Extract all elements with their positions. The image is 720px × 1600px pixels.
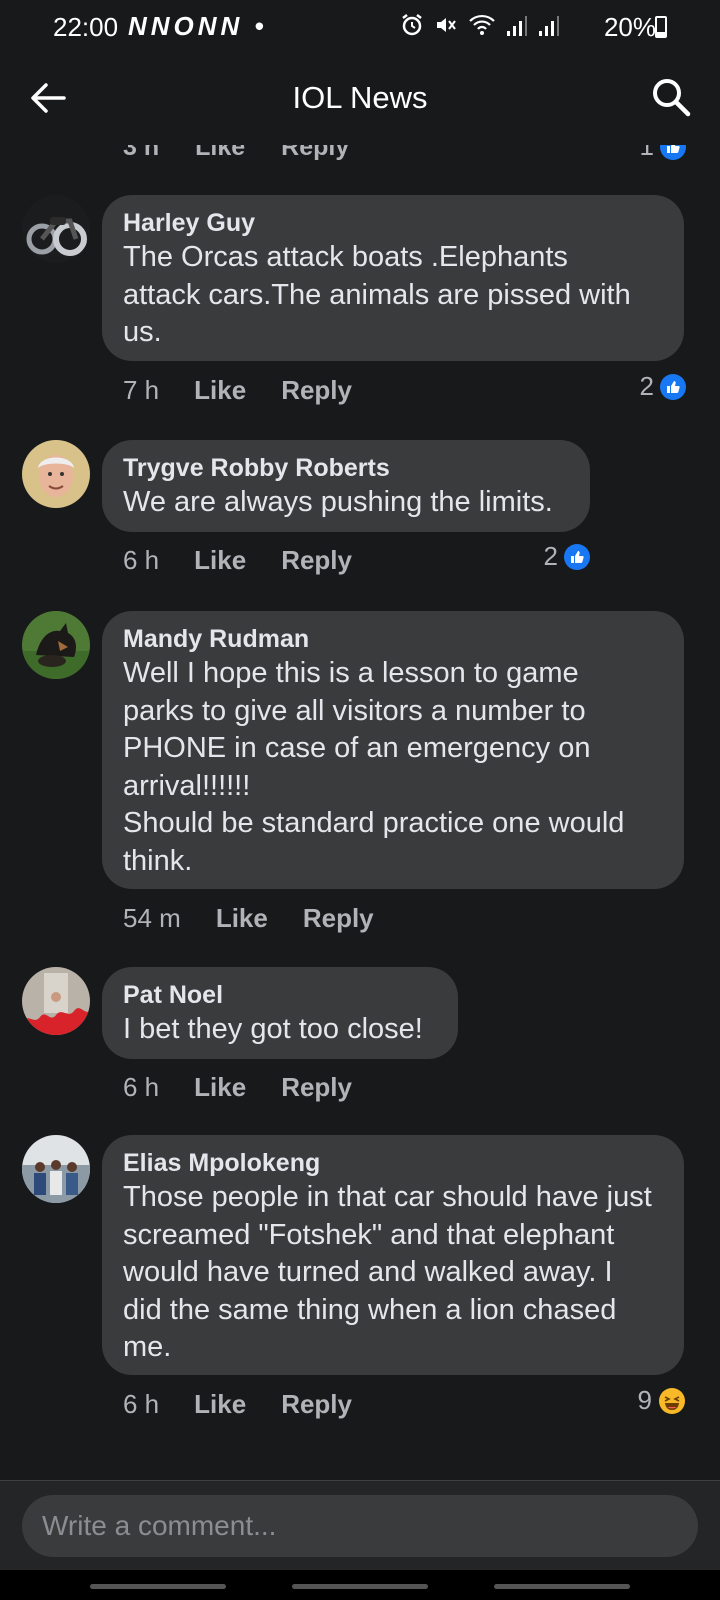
reaction-count[interactable]: 1 [640,145,686,162]
comment-author[interactable]: Elias Mpolokeng [123,1147,662,1179]
nav-back[interactable] [494,1584,630,1589]
like-icon [660,145,686,160]
avatar[interactable] [22,1135,90,1203]
signal-icon [539,16,559,36]
comment-actions: 54 m Like Reply [123,903,374,934]
comment-bubble[interactable]: Elias Mpolokeng Those people in that car… [102,1135,684,1375]
like-button[interactable]: Like [194,1072,246,1103]
comment-text: I bet they got too close! [123,1013,423,1045]
comment-time: 6 h [123,1072,160,1102]
reply-button[interactable]: Reply [303,903,374,934]
notification-icons: NNONN • [128,11,268,41]
comment-author[interactable]: Pat Noel [123,979,436,1011]
comment-text: We are always pushing the limits. [123,486,553,518]
comment-input[interactable] [22,1495,698,1557]
comment-actions: 6 h Like Reply [123,1389,352,1420]
comment-actions: 7 h Like Reply [123,375,352,406]
comment-time: 6 h [123,545,160,575]
reply-button[interactable]: Reply [281,1389,352,1420]
reaction-number: 9 [637,1385,652,1415]
system-icons [400,13,560,37]
signal-icon [507,16,527,36]
comment-list[interactable]: 3 h Like Reply 1 Harley Guy The Orcas at… [0,145,720,1480]
reply-button[interactable]: Reply [281,145,349,162]
comment-actions: 6 h Like Reply [123,1072,352,1103]
avatar[interactable] [22,967,90,1035]
reaction-count[interactable]: 2 [640,371,686,402]
comment-bubble[interactable]: Harley Guy The Orcas attack boats .Eleph… [102,195,684,361]
comment-time: 3 h [123,145,160,161]
system-nav-bar [0,1570,720,1600]
like-icon [660,373,686,400]
comment-composer [0,1480,720,1571]
like-icon [564,543,590,570]
like-button[interactable]: Like [194,375,246,406]
comment-text: Those people in that car should have jus… [123,1181,652,1363]
nav-home[interactable] [292,1584,428,1589]
nav-recents[interactable] [90,1584,226,1589]
comment-author[interactable]: Harley Guy [123,207,662,239]
avatar[interactable] [22,611,90,679]
comment-bubble[interactable]: Trygve Robby Roberts We are always pushi… [102,440,590,532]
comment-actions: 6 h Like Reply [123,545,352,576]
reaction-count[interactable]: 2 [544,541,590,572]
reaction-number: 2 [543,541,558,571]
comment-author[interactable]: Mandy Rudman [123,623,662,655]
search-icon[interactable] [650,76,692,118]
comment-bubble[interactable]: Pat Noel I bet they got too close! [102,967,458,1059]
comment-author[interactable]: Trygve Robby Roberts [123,452,568,484]
avatar[interactable] [22,440,90,508]
like-button[interactable]: Like [194,1389,246,1420]
previous-comment-actions: 3 h Like Reply [123,145,349,162]
reply-button[interactable]: Reply [281,545,352,576]
status-bar: 22:00 NNONN • 20% [0,0,720,50]
reply-button[interactable]: Reply [281,375,352,406]
page-title: IOL News [292,80,428,115]
alarm-icon [402,14,422,36]
comment-time: 7 h [123,375,160,405]
like-button[interactable]: Like [216,903,268,934]
like-button[interactable]: Like [194,545,246,576]
comment-text: Well I hope this is a lesson to game par… [123,657,625,877]
reaction-number: 1 [639,145,654,161]
reaction-number: 2 [639,371,654,401]
status-time: 22:00 [53,12,119,42]
battery-icon [655,16,667,38]
like-button[interactable]: Like [195,145,245,162]
comment-time: 54 m [123,903,181,933]
battery-percent: 20% [603,12,656,42]
reply-button[interactable]: Reply [281,1072,352,1103]
mute-icon [437,18,456,32]
app-bar: IOL News [0,50,720,145]
comment-text: The Orcas attack boats .Elephants attack… [123,241,631,348]
comment-bubble[interactable]: Mandy Rudman Well I hope this is a lesso… [102,611,684,889]
avatar[interactable] [22,195,90,263]
haha-icon [659,1387,685,1414]
reaction-count[interactable]: 9 [638,1385,686,1416]
comment-time: 6 h [123,1389,160,1419]
wifi-icon [469,14,495,35]
